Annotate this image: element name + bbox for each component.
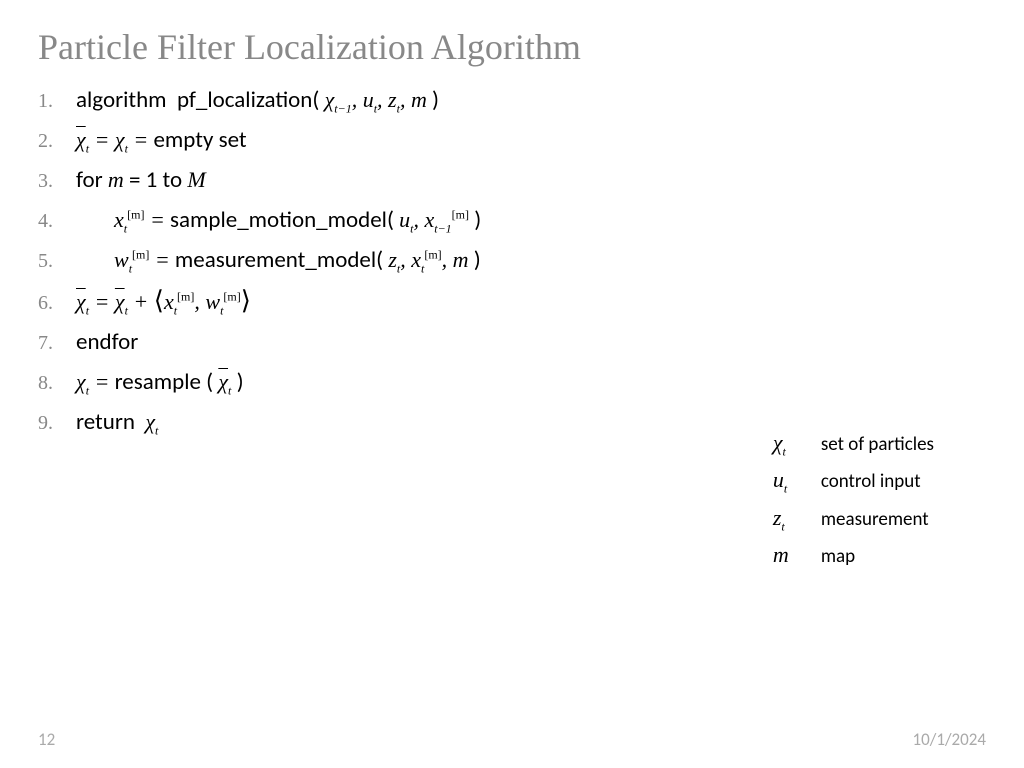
algo-line-5: 5. wt[m] = measurement_model( zt, xt[m],… — [38, 246, 986, 278]
page-number: 12 — [38, 729, 55, 750]
algo-line-1: 1. algorithm pf_localization( χt−1, ut, … — [38, 86, 986, 118]
algo-line-2: 2. χt = χt = empty set — [38, 126, 986, 158]
line-number: 1. — [38, 90, 76, 113]
slide-footer: 12 10/1/2024 — [38, 729, 986, 750]
line-number: 3. — [38, 170, 76, 193]
algo-line-7: 7. endfor — [38, 328, 986, 360]
line-number: 2. — [38, 130, 76, 153]
line-number: 4. — [38, 210, 76, 233]
algo-line-8: 8. χt = resample ( χt ) — [38, 368, 986, 400]
algo-line-3: 3. for m = 1 to M — [38, 166, 986, 198]
legend-row: m map — [773, 542, 934, 568]
legend-row: ut control input — [773, 467, 934, 496]
line-number: 5. — [38, 250, 76, 273]
legend-row: zt measurement — [773, 505, 934, 534]
line-number: 8. — [38, 372, 76, 395]
page-title: Particle Filter Localization Algorithm — [38, 26, 986, 68]
symbol-legend: χt set of particles ut control input zt … — [773, 430, 934, 576]
line-number: 9. — [38, 412, 76, 435]
line-number: 7. — [38, 332, 76, 355]
algorithm-listing: 1. algorithm pf_localization( χt−1, ut, … — [38, 86, 986, 440]
line-number: 6. — [38, 292, 76, 315]
legend-row: χt set of particles — [773, 430, 934, 459]
algo-line-4: 4. xt[m] = sample_motion_model( ut, xt−1… — [38, 206, 986, 238]
algo-line-6: 6. χt = χt + ⟨xt[m], wt[m]⟩ — [38, 286, 986, 318]
slide-date: 10/1/2024 — [913, 729, 986, 750]
